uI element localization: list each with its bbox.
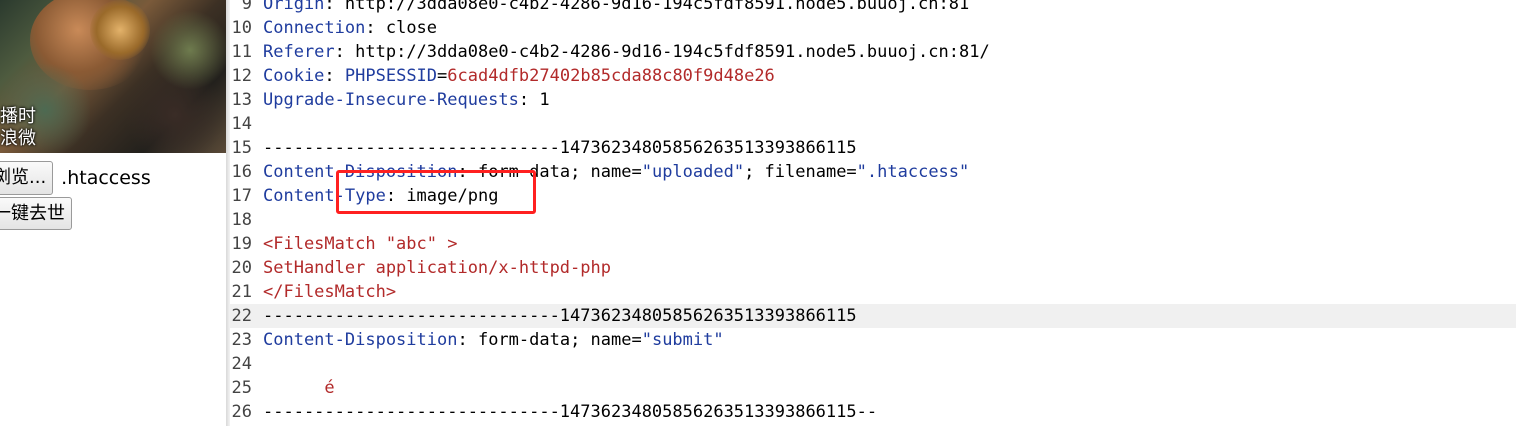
line-value: -----------------------------14736234805… [263, 402, 878, 422]
code-text: </FilesMatch> [263, 280, 396, 304]
line-number: 23 [231, 330, 252, 350]
cookie-equals: = [437, 66, 448, 86]
line-number: 16 [231, 162, 252, 182]
code-text: Connection: close [263, 16, 437, 40]
code-text: Upgrade-Insecure-Requests: 1 [263, 88, 550, 112]
code-line[interactable]: 15 -----------------------------147362348… [230, 136, 1516, 160]
quoted-string: "uploaded" [641, 162, 745, 182]
code-line[interactable]: 13 Upgrade-Insecure-Requests: 1 [230, 88, 1516, 112]
file-input-row: 浏览... .htaccess [0, 161, 151, 195]
code-line[interactable]: 16 Content-Disposition: form-data; name="… [230, 160, 1516, 184]
code-line[interactable]: 23 Content-Disposition: form-data; name="… [230, 328, 1516, 352]
header-name: Connection [263, 18, 366, 38]
body-content: é [263, 378, 335, 398]
header-name: Origin [263, 0, 325, 14]
disposition-part: ; filename= [744, 162, 857, 182]
line-value: http://3dda08e0-c4b2-4286-9d16-194c5fdf8… [344, 0, 970, 14]
header-separator: : [457, 162, 478, 182]
line-number: 19 [231, 234, 252, 254]
image-caption: 播时 浪微 [0, 106, 36, 149]
code-text: é [263, 376, 335, 400]
line-number: 18 [231, 210, 252, 230]
line-number: 25 [231, 378, 252, 398]
code-line[interactable]: 26 -----------------------------147362348… [230, 400, 1516, 424]
request-editor[interactable]: 9 Origin: http://3dda08e0-c4b2-4286-9d16-… [230, 0, 1516, 426]
code-text: Content-Disposition: form-data; name="up… [263, 160, 969, 184]
line-value: -----------------------------14736234805… [263, 138, 857, 158]
code-line[interactable]: 11 Referer: http://3dda08e0-c4b2-4286-9d1… [230, 40, 1516, 64]
header-separator: : [457, 330, 478, 350]
quoted-string: "submit" [641, 330, 724, 350]
code-line[interactable]: 19 <FilesMatch "abc" > [230, 232, 1516, 256]
disposition-part: form-data; name= [477, 330, 642, 350]
line-number: 12 [231, 66, 252, 86]
code-line[interactable]: 10 Connection: close [230, 16, 1516, 40]
body-content: <FilesMatch "abc" > [263, 234, 458, 254]
code-line[interactable]: 22 -----------------------------147362348… [230, 304, 1516, 328]
line-value: -----------------------------14736234805… [263, 306, 857, 326]
header-name: Upgrade-Insecure-Requests [263, 90, 519, 110]
code-text: SetHandler application/x-httpd-php [263, 256, 611, 280]
code-text: -----------------------------14736234805… [263, 136, 857, 160]
header-separator: : [385, 186, 407, 206]
header-separator: : [365, 18, 386, 38]
code-line[interactable]: 21 </FilesMatch> [230, 280, 1516, 304]
code-line[interactable]: 18 [230, 208, 1516, 232]
line-number: 15 [231, 138, 252, 158]
header-name: Referer [263, 42, 335, 62]
line-number: 20 [231, 258, 252, 278]
submit-button[interactable]: 一键去世 [0, 197, 72, 230]
header-name: Cookie [263, 66, 325, 86]
body-content: </FilesMatch> [263, 282, 397, 302]
browser-page-panel: 播时 浪微 浏览... .htaccess 一键去世 [0, 0, 226, 426]
code-text: -----------------------------14736234805… [263, 400, 877, 424]
header-separator: : [324, 0, 345, 14]
header-name: Content-Disposition [263, 330, 458, 350]
line-number: 9 [241, 0, 252, 14]
line-value: 1 [539, 90, 550, 110]
line-number: 17 [231, 186, 252, 206]
cookie-value: 6cad4dfb27402b85cda88c80f9d48e26 [447, 66, 775, 86]
cookie-name: PHPSESSID [344, 66, 438, 86]
code-line[interactable]: 14 [230, 112, 1516, 136]
line-number: 14 [231, 114, 252, 134]
line-number: 21 [231, 282, 252, 302]
code-text: Origin: http://3dda08e0-c4b2-4286-9d16-1… [263, 0, 969, 16]
line-value: close [385, 18, 438, 38]
code-text: Content-Disposition: form-data; name="su… [263, 328, 724, 352]
line-number: 22 [231, 306, 252, 326]
line-number: 26 [231, 402, 252, 422]
avatar-image: 播时 浪微 [0, 0, 226, 153]
line-number: 24 [231, 354, 252, 374]
code-line[interactable]: 9 Origin: http://3dda08e0-c4b2-4286-9d16-… [230, 0, 1516, 16]
disposition-part: form-data; name= [477, 162, 642, 182]
line-number: 11 [231, 42, 252, 62]
header-separator: : [518, 90, 540, 110]
code-text: Referer: http://3dda08e0-c4b2-4286-9d16-… [263, 40, 990, 64]
line-number: 13 [231, 90, 252, 110]
browse-button[interactable]: 浏览... [0, 161, 54, 195]
code-text: -----------------------------14736234805… [263, 304, 857, 328]
header-separator: : [334, 42, 356, 62]
submit-row: 一键去世 [0, 197, 72, 230]
body-content: SetHandler application/x-httpd-php [263, 258, 611, 278]
quoted-string: ".htaccess" [856, 162, 970, 182]
code-text: <FilesMatch "abc" > [263, 232, 457, 256]
code-line[interactable]: 17 Content-Type: image/png [230, 184, 1516, 208]
code-line[interactable]: 12 Cookie: PHPSESSID=6cad4dfb27402b85cda8… [230, 64, 1516, 88]
code-text: Cookie: PHPSESSID=6cad4dfb27402b85cda88c… [263, 64, 775, 88]
header-name: Content-Type [263, 186, 386, 206]
code-line[interactable]: 20 SetHandler application/x-httpd-php [230, 256, 1516, 280]
code-line[interactable]: 25 é [230, 376, 1516, 400]
selected-file-name: .htaccess [61, 167, 151, 189]
line-value: http://3dda08e0-c4b2-4286-9d16-194c5fdf8… [355, 42, 990, 62]
code-text: Content-Type: image/png [263, 184, 498, 208]
code-line[interactable]: 24 [230, 352, 1516, 376]
header-name: Content-Disposition [263, 162, 458, 182]
line-value: image/png [406, 186, 499, 206]
line-number: 10 [231, 18, 252, 38]
header-separator: : [324, 66, 345, 86]
